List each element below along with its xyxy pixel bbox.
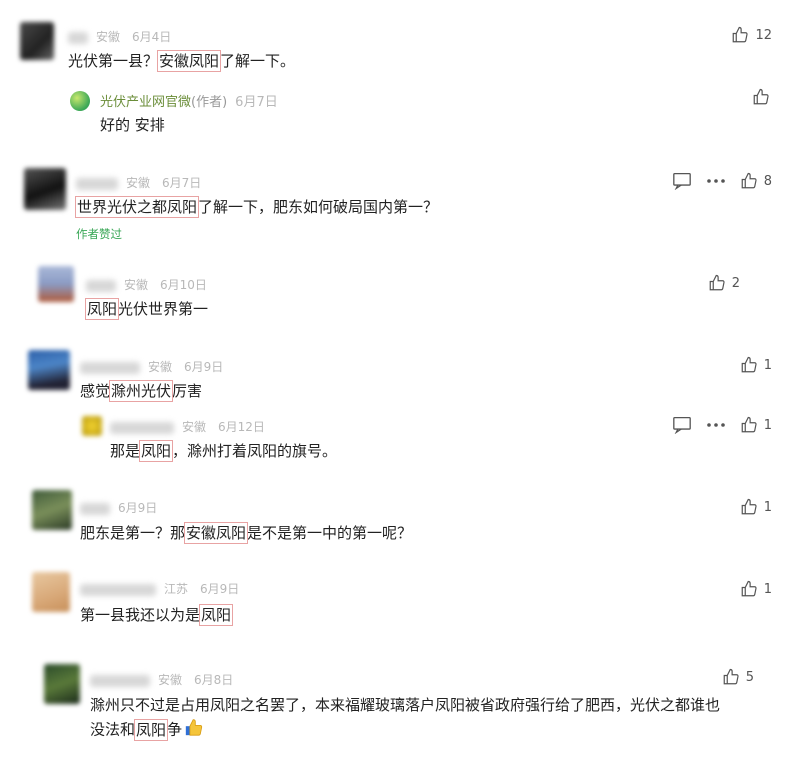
- thumbs-up-icon: [708, 274, 726, 292]
- reply-text: 好的 安排: [100, 116, 165, 134]
- like-button[interactable]: 12: [731, 26, 772, 44]
- reply-actions: 1: [672, 416, 772, 434]
- like-count: 1: [763, 417, 772, 433]
- author-avatar[interactable]: [70, 91, 90, 111]
- reply-like-button[interactable]: [752, 88, 770, 106]
- reply-meta: 安徽 6月12日: [110, 418, 265, 435]
- like-button[interactable]: 1: [740, 580, 772, 598]
- thumbs-up-icon: [740, 498, 758, 516]
- thumbs-up-emoji: [184, 718, 204, 742]
- comment-text-line-2: 没法和凤阳争: [90, 718, 204, 742]
- comment-meta: 江苏 6月9日: [80, 580, 239, 597]
- avatar[interactable]: [32, 572, 70, 612]
- avatar[interactable]: [20, 22, 54, 60]
- comment-actions: 1: [740, 356, 772, 374]
- comment-meta: 6月9日: [80, 499, 157, 516]
- like-count: 1: [763, 499, 772, 515]
- comment-actions: 8: [672, 172, 772, 190]
- thumbs-up-icon: [740, 416, 758, 434]
- comment-text: 光伏第一县？安徽凤阳了解一下。: [68, 50, 296, 72]
- like-count: 8: [763, 173, 772, 189]
- like-count: 2: [731, 275, 740, 291]
- thumbs-up-icon: [752, 88, 770, 106]
- like-button[interactable]: 8: [740, 172, 772, 190]
- reply-like-button[interactable]: 1: [740, 416, 772, 434]
- author-liked-badge: 作者赞过: [76, 227, 122, 241]
- like-count: 5: [745, 669, 754, 685]
- reply-actions: [752, 88, 770, 106]
- comment-meta: 安徽 6月9日: [80, 358, 223, 375]
- comment-icon[interactable]: [672, 416, 692, 434]
- like-button[interactable]: 2: [708, 274, 740, 292]
- comment-actions: 2: [708, 274, 740, 292]
- thumbs-up-icon: [722, 668, 740, 686]
- like-count: 1: [763, 357, 772, 373]
- more-icon[interactable]: [706, 422, 726, 428]
- like-button[interactable]: 1: [740, 498, 772, 516]
- like-count: 12: [755, 27, 772, 43]
- reply-avatar[interactable]: [82, 416, 102, 436]
- reply-meta: 光伏产业网官微(作者) 6月7日: [100, 95, 278, 110]
- more-icon[interactable]: [706, 178, 726, 184]
- like-count: 1: [763, 581, 772, 597]
- comment-text: 世界光伏之都凤阳了解一下，肥东如何破局国内第一？: [74, 196, 439, 218]
- comment-actions: 12: [731, 26, 772, 44]
- comment-actions: 1: [740, 498, 772, 516]
- comment-text: 第一县我还以为是凤阳: [80, 604, 234, 626]
- thumbs-up-icon: [731, 26, 749, 44]
- comment-meta: 安徽 6月4日: [68, 28, 171, 45]
- comment-actions: 1: [740, 580, 772, 598]
- comment-text: 感觉滁州光伏厉害: [80, 380, 203, 402]
- thumbs-up-icon: [740, 580, 758, 598]
- comment-text-line-1: 滁州只不过是占用凤阳之名罢了，本来福耀玻璃落户凤阳被省政府强行给了肥西，光伏之都…: [90, 696, 721, 714]
- comment-meta: 安徽 6月7日: [76, 174, 201, 191]
- comment-icon[interactable]: [672, 172, 692, 190]
- avatar[interactable]: [38, 266, 74, 302]
- comment-meta: 安徽 6月10日: [86, 276, 207, 293]
- like-button[interactable]: 1: [740, 356, 772, 374]
- avatar[interactable]: [24, 168, 66, 210]
- comment-text: 凤阳光伏世界第一: [84, 298, 209, 320]
- reply-text: 那是凤阳，滁州打着凤阳的旗号。: [110, 440, 338, 462]
- comment-actions: 5: [722, 668, 754, 686]
- avatar[interactable]: [32, 490, 72, 530]
- comment-meta: 安徽 6月8日: [90, 671, 233, 688]
- avatar[interactable]: [44, 664, 80, 704]
- comment-text: 肥东是第一？那安徽凤阳是不是第一中的第一呢？: [80, 522, 413, 544]
- thumbs-up-icon: [740, 172, 758, 190]
- like-button[interactable]: 5: [722, 668, 754, 686]
- thumbs-up-icon: [740, 356, 758, 374]
- avatar[interactable]: [28, 350, 70, 390]
